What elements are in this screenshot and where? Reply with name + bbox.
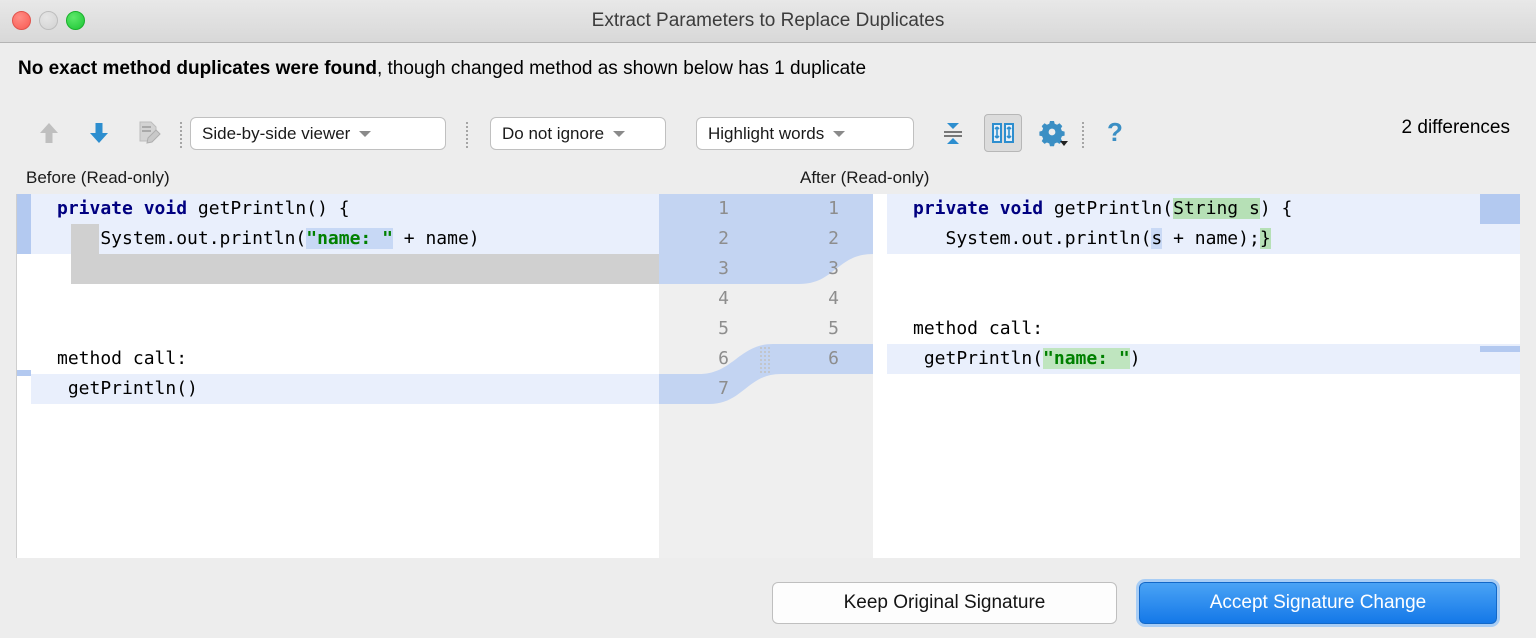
apply-edit-icon (136, 120, 162, 146)
line-number-right: 3 (799, 254, 839, 284)
difference-count-label: 2 differences (1402, 117, 1510, 139)
window-title: Extract Parameters to Replace Duplicates (0, 0, 1536, 42)
diff-settings-button[interactable] (1034, 114, 1072, 152)
viewer-mode-label: Side-by-side viewer (202, 124, 350, 144)
code-token: getPrintln() (57, 378, 198, 399)
code-token: void (1000, 198, 1054, 219)
before-editor-pane[interactable]: private void getPrintln() { System.out.p… (16, 194, 660, 558)
code-token: System.out.println( (913, 228, 1151, 249)
synchronize-scroll-icon (990, 120, 1016, 146)
selection-overlay (71, 224, 99, 254)
dialog-window: Extract Parameters to Replace Duplicates… (0, 0, 1536, 638)
line-number-right: 1 (799, 194, 839, 224)
code-token: private (913, 198, 1000, 219)
code-token: "name: " (306, 228, 393, 249)
change-marker (1480, 346, 1520, 352)
line-number-left: 2 (689, 224, 729, 254)
arrow-up-icon (38, 121, 60, 145)
code-line: method call: (31, 344, 660, 374)
code-token: getPrintln() { (198, 198, 350, 219)
code-token: "name: " (1043, 348, 1130, 369)
chevron-down-icon (833, 131, 845, 137)
code-token: getPrintln( (913, 348, 1043, 369)
code-token: + name); (1162, 228, 1260, 249)
keep-original-signature-button[interactable]: Keep Original Signature (772, 582, 1117, 624)
arrow-down-icon (88, 121, 110, 145)
line-number-right: 2 (799, 224, 839, 254)
before-code: private void getPrintln() { System.out.p… (31, 194, 660, 558)
code-line (887, 284, 1520, 314)
code-line: method call: (887, 314, 1520, 344)
diff-viewer: private void getPrintln() { System.out.p… (16, 194, 1520, 558)
code-token: ) { (1260, 198, 1293, 219)
code-line: getPrintln() (31, 374, 660, 404)
code-token: String s (1173, 198, 1260, 219)
code-token: ) (1130, 348, 1141, 369)
svg-text:?: ? (1107, 119, 1123, 147)
highlight-mode-label: Highlight words (708, 124, 824, 144)
code-token: + name) (393, 228, 480, 249)
ignore-mode-label: Do not ignore (502, 124, 604, 144)
line-number-left: 4 (689, 284, 729, 314)
code-token: } (1260, 228, 1271, 249)
code-token: getPrintln( (1054, 198, 1173, 219)
title-bar: Extract Parameters to Replace Duplicates (0, 0, 1536, 43)
line-number-left: 6 (689, 344, 729, 374)
collapse-unchanged-button[interactable] (934, 114, 972, 152)
toolbar-separator-1 (180, 122, 182, 148)
chevron-down-icon (359, 131, 371, 137)
summary-message-bold: No exact method duplicates were found (18, 58, 377, 79)
selection-overlay (71, 254, 660, 284)
diff-drag-handle[interactable] (759, 346, 771, 374)
line-number-left: 5 (689, 314, 729, 344)
after-panel-caption: After (Read-only) (800, 168, 929, 188)
line-number-left: 1 (689, 194, 729, 224)
diff-toolbar: Side-by-side viewer Do not ignore Highli… (0, 108, 1536, 158)
line-number-right: 5 (799, 314, 839, 344)
code-line (31, 284, 660, 314)
next-difference-button[interactable] (80, 114, 118, 152)
code-token: s (1151, 228, 1162, 249)
collapse-unchanged-icon (940, 120, 966, 146)
line-number-left: 3 (689, 254, 729, 284)
gear-icon (1038, 119, 1068, 147)
code-token: method call: (57, 348, 187, 369)
change-marker (17, 194, 31, 254)
code-token: method call: (913, 318, 1043, 339)
line-number-left: 7 (689, 374, 729, 404)
after-editor-pane[interactable]: private void getPrintln(String s) { Syst… (873, 194, 1520, 558)
code-token: void (144, 198, 198, 219)
accept-signature-change-button[interactable]: Accept Signature Change (1139, 582, 1497, 624)
summary-message: No exact method duplicates were found, t… (18, 58, 866, 80)
highlight-mode-dropdown[interactable]: Highlight words (696, 117, 914, 150)
before-panel-caption: Before (Read-only) (26, 168, 170, 188)
synchronize-scroll-button[interactable] (984, 114, 1022, 152)
code-token: private (57, 198, 144, 219)
dialog-footer: Keep Original Signature Accept Signature… (0, 562, 1536, 638)
after-code: private void getPrintln(String s) { Syst… (887, 194, 1520, 558)
toolbar-separator-3 (1082, 122, 1084, 148)
code-line: private void getPrintln(String s) { (887, 194, 1520, 224)
change-marker (1480, 194, 1520, 224)
line-number-right: 4 (799, 284, 839, 314)
line-number-right: 6 (799, 344, 839, 374)
summary-message-rest: , though changed method as shown below h… (377, 58, 866, 79)
help-button[interactable]: ? (1096, 114, 1134, 152)
toolbar-separator-2 (466, 122, 468, 148)
change-marker (17, 370, 31, 376)
chevron-down-icon (613, 131, 625, 137)
apply-difference-button[interactable] (130, 114, 168, 152)
diff-gutter[interactable]: 1 2 3 4 5 6 7 1 2 3 4 5 6 (659, 194, 873, 558)
ignore-mode-dropdown[interactable]: Do not ignore (490, 117, 666, 150)
code-line: private void getPrintln() { (31, 194, 660, 224)
question-mark-icon: ? (1103, 119, 1127, 147)
code-line: System.out.println("name: " + name) (31, 224, 660, 254)
code-line (887, 254, 1520, 284)
previous-difference-button[interactable] (30, 114, 68, 152)
before-change-markers (17, 194, 31, 558)
code-line: getPrintln("name: ") (887, 344, 1520, 374)
viewer-mode-dropdown[interactable]: Side-by-side viewer (190, 117, 446, 150)
code-line: System.out.println(s + name);} (887, 224, 1520, 254)
code-line (31, 314, 660, 344)
